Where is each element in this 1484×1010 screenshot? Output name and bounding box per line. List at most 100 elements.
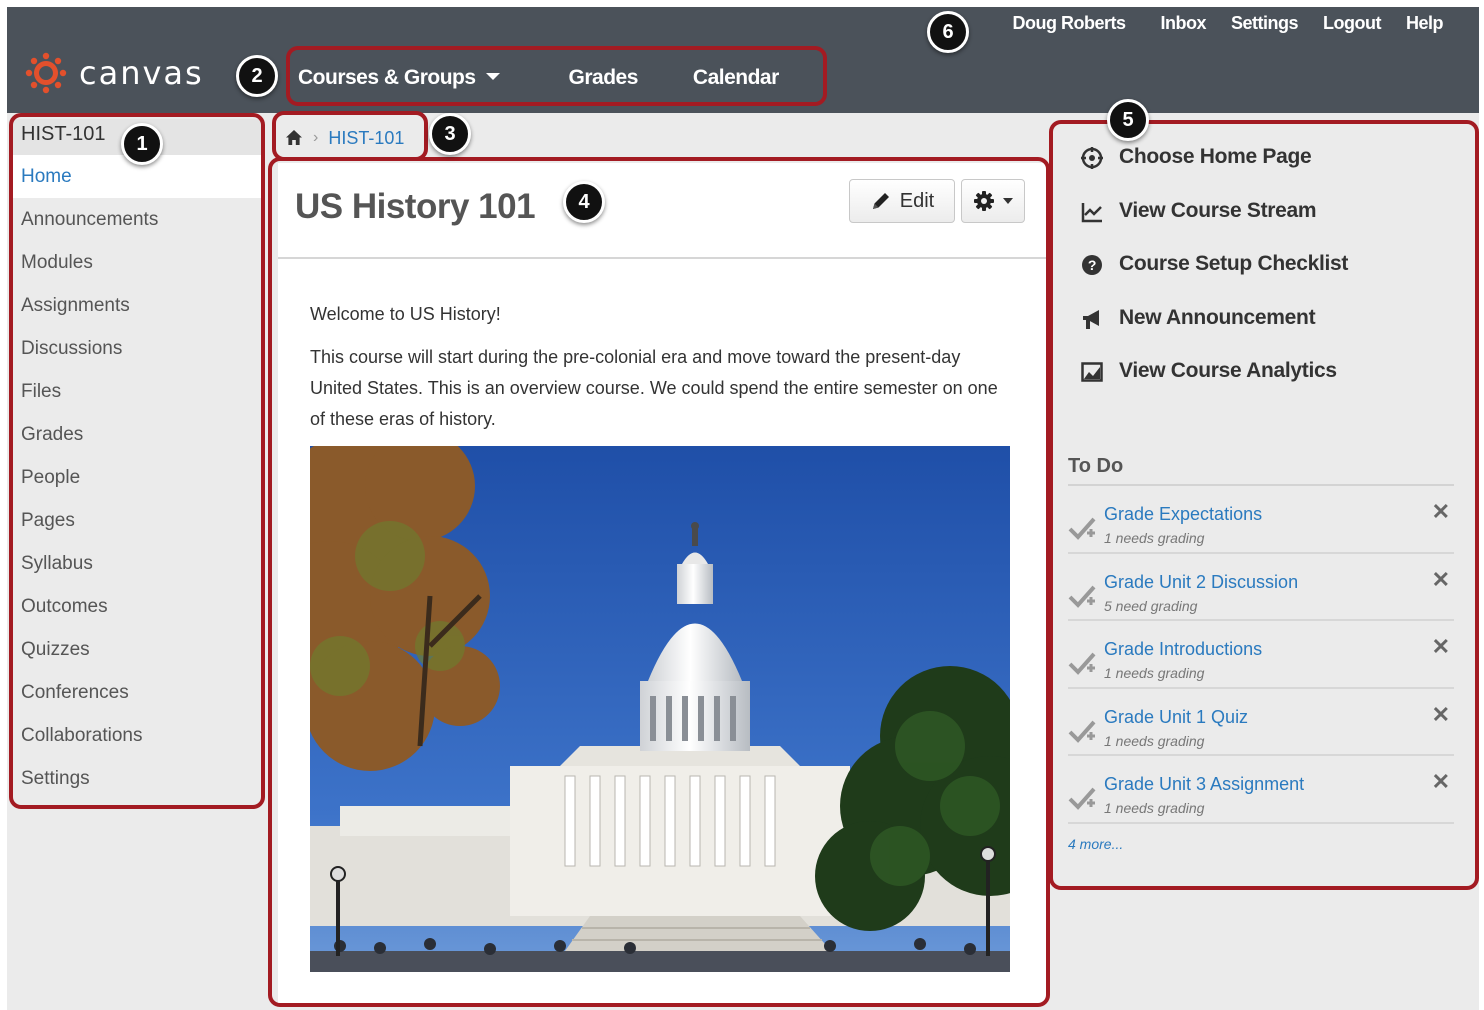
close-icon[interactable]: ✕ — [1432, 769, 1450, 795]
content-header: US History 101 Edit — [278, 163, 1046, 259]
grading-check-icon — [1068, 720, 1096, 743]
capitol-building-image — [310, 446, 1010, 972]
main-nav: Courses & Groups Grades Calendar — [287, 47, 790, 109]
view-course-stream-label: View Course Stream — [1119, 198, 1317, 222]
pencil-icon — [870, 190, 892, 212]
question-circle-icon: ? — [1082, 255, 1102, 276]
course-setup-checklist-button[interactable]: ? Course Setup Checklist — [1081, 252, 1475, 306]
page-title: US History 101 — [295, 187, 536, 226]
view-course-analytics-label: View Course Analytics — [1119, 359, 1337, 383]
course-actions: Choose Home Page View Course Stream ? Co… — [1055, 125, 1475, 413]
edit-button[interactable]: Edit — [849, 179, 955, 223]
choose-home-page-label: Choose Home Page — [1119, 145, 1312, 168]
settings-dropdown-button[interactable] — [961, 179, 1025, 223]
user-name-link[interactable]: Doug Roberts — [1012, 13, 1126, 34]
course-nav-item-grades[interactable]: Grades — [13, 413, 261, 456]
close-icon[interactable]: ✕ — [1432, 567, 1450, 593]
todo-item-count: 1 needs grading — [1104, 530, 1205, 546]
line-chart-icon — [1081, 202, 1102, 222]
todo-item-count: 1 needs grading — [1104, 800, 1205, 816]
view-course-stream-button[interactable]: View Course Stream — [1081, 199, 1475, 253]
megaphone-icon — [1083, 309, 1099, 329]
course-nav-item-quizzes[interactable]: Quizzes — [13, 628, 261, 671]
course-nav-item-announcements[interactable]: Announcements — [13, 198, 261, 241]
close-icon[interactable]: ✕ — [1432, 702, 1450, 728]
canvas-logo[interactable]: canvas — [25, 51, 204, 95]
todo-item-link[interactable]: Grade Unit 2 Discussion — [1104, 572, 1298, 593]
course-nav-item-modules[interactable]: Modules — [13, 241, 261, 284]
todo-more-link[interactable]: 4 more... — [1068, 836, 1454, 852]
edit-button-label: Edit — [899, 189, 935, 212]
new-announcement-label: New Announcement — [1119, 305, 1316, 329]
calendar-link[interactable]: Calendar — [682, 66, 790, 90]
course-nav-item-files[interactable]: Files — [13, 370, 261, 413]
annotation-badge: 5 — [1107, 99, 1149, 141]
course-nav-item-assignments[interactable]: Assignments — [13, 284, 261, 327]
inbox-link[interactable]: Inbox — [1160, 13, 1206, 34]
breadcrumb-course-link[interactable]: HIST-101 — [328, 128, 404, 149]
global-header: canvas Courses & Groups Grades Calendar … — [7, 7, 1479, 113]
choose-home-page-button[interactable]: Choose Home Page — [1081, 145, 1475, 199]
help-link[interactable]: Help — [1406, 13, 1444, 34]
todo-item-count: 5 need grading — [1104, 597, 1198, 614]
course-home-content: US History 101 Edit Welcome to US Histor… — [278, 163, 1046, 1003]
breadcrumb-separator-icon: › — [313, 129, 319, 146]
course-nav-item-syllabus[interactable]: Syllabus — [13, 542, 261, 585]
svg-text:?: ? — [1088, 257, 1096, 273]
chevron-down-icon — [1003, 198, 1013, 204]
annotation-badge: 3 — [429, 113, 471, 155]
gear-icon — [973, 190, 995, 212]
course-description: This course will start during the pre-co… — [310, 347, 998, 429]
todo-item-count: 1 needs grading — [1104, 732, 1205, 749]
close-icon[interactable]: ✕ — [1432, 634, 1450, 660]
course-nav-item-settings[interactable]: Settings — [13, 757, 261, 800]
page-body: Welcome to US History! This course will … — [310, 299, 1015, 435]
todo-item: Grade Introductions 1 needs grading ✕ — [1068, 621, 1454, 689]
course-nav: HIST-101 Home Announcements Modules Assi… — [13, 119, 261, 800]
target-icon — [1081, 147, 1103, 169]
canvas-window: canvas Courses & Groups Grades Calendar … — [7, 7, 1479, 1010]
course-setup-checklist-label: Course Setup Checklist — [1119, 252, 1349, 276]
user-nav: Doug Roberts Inbox Settings Logout Help — [1012, 7, 1469, 40]
course-nav-item-outcomes[interactable]: Outcomes — [13, 585, 261, 628]
logout-link[interactable]: Logout — [1323, 13, 1381, 34]
welcome-text: Welcome to US History! — [310, 304, 501, 324]
annotation-badge: 6 — [927, 11, 969, 53]
annotation-badge: 2 — [236, 55, 278, 97]
grading-check-icon — [1068, 652, 1096, 675]
course-nav-item-people[interactable]: People — [13, 456, 261, 499]
todo-list: To Do Grade Expectations 1 needs grading… — [1068, 455, 1454, 852]
courses-groups-label: Courses & Groups — [298, 66, 476, 89]
canvas-logo-text: canvas — [79, 54, 204, 92]
canvas-logo-icon — [25, 52, 67, 94]
course-nav-item-discussions[interactable]: Discussions — [13, 327, 261, 370]
courses-groups-menu[interactable]: Courses & Groups — [287, 66, 510, 90]
settings-link[interactable]: Settings — [1231, 13, 1299, 34]
grading-check-icon — [1068, 585, 1096, 608]
grading-check-icon — [1068, 787, 1096, 810]
course-nav-item-collaborations[interactable]: Collaborations — [13, 714, 261, 757]
todo-item-link[interactable]: Grade Unit 1 Quiz — [1104, 707, 1248, 728]
view-course-analytics-button[interactable]: View Course Analytics — [1081, 359, 1475, 413]
todo-heading: To Do — [1068, 455, 1454, 486]
course-nav-item-conferences[interactable]: Conferences — [13, 671, 261, 714]
todo-item-count: 1 needs grading — [1104, 665, 1205, 681]
grades-link[interactable]: Grades — [558, 66, 649, 90]
home-icon[interactable] — [285, 129, 303, 147]
annotation-badge: 4 — [563, 181, 605, 223]
todo-item-link[interactable]: Grade Expectations — [1104, 504, 1262, 525]
todo-item: Grade Unit 2 Discussion 5 need grading ✕ — [1068, 554, 1454, 621]
chevron-down-icon — [485, 72, 500, 80]
image-chart-icon — [1081, 362, 1103, 383]
todo-item: Grade Unit 3 Assignment 1 needs grading … — [1068, 756, 1454, 824]
todo-item: Grade Unit 1 Quiz 1 needs grading ✕ — [1068, 689, 1454, 756]
course-nav-item-pages[interactable]: Pages — [13, 499, 261, 542]
grading-check-icon — [1068, 517, 1096, 540]
annotation-badge: 1 — [121, 123, 163, 165]
right-sidebar: Choose Home Page View Course Stream ? Co… — [1055, 125, 1475, 852]
new-announcement-button[interactable]: New Announcement — [1081, 306, 1475, 360]
breadcrumb: › HIST-101 — [285, 117, 404, 159]
todo-item-link[interactable]: Grade Introductions — [1104, 639, 1262, 660]
close-icon[interactable]: ✕ — [1432, 499, 1450, 525]
todo-item-link[interactable]: Grade Unit 3 Assignment — [1104, 774, 1304, 795]
